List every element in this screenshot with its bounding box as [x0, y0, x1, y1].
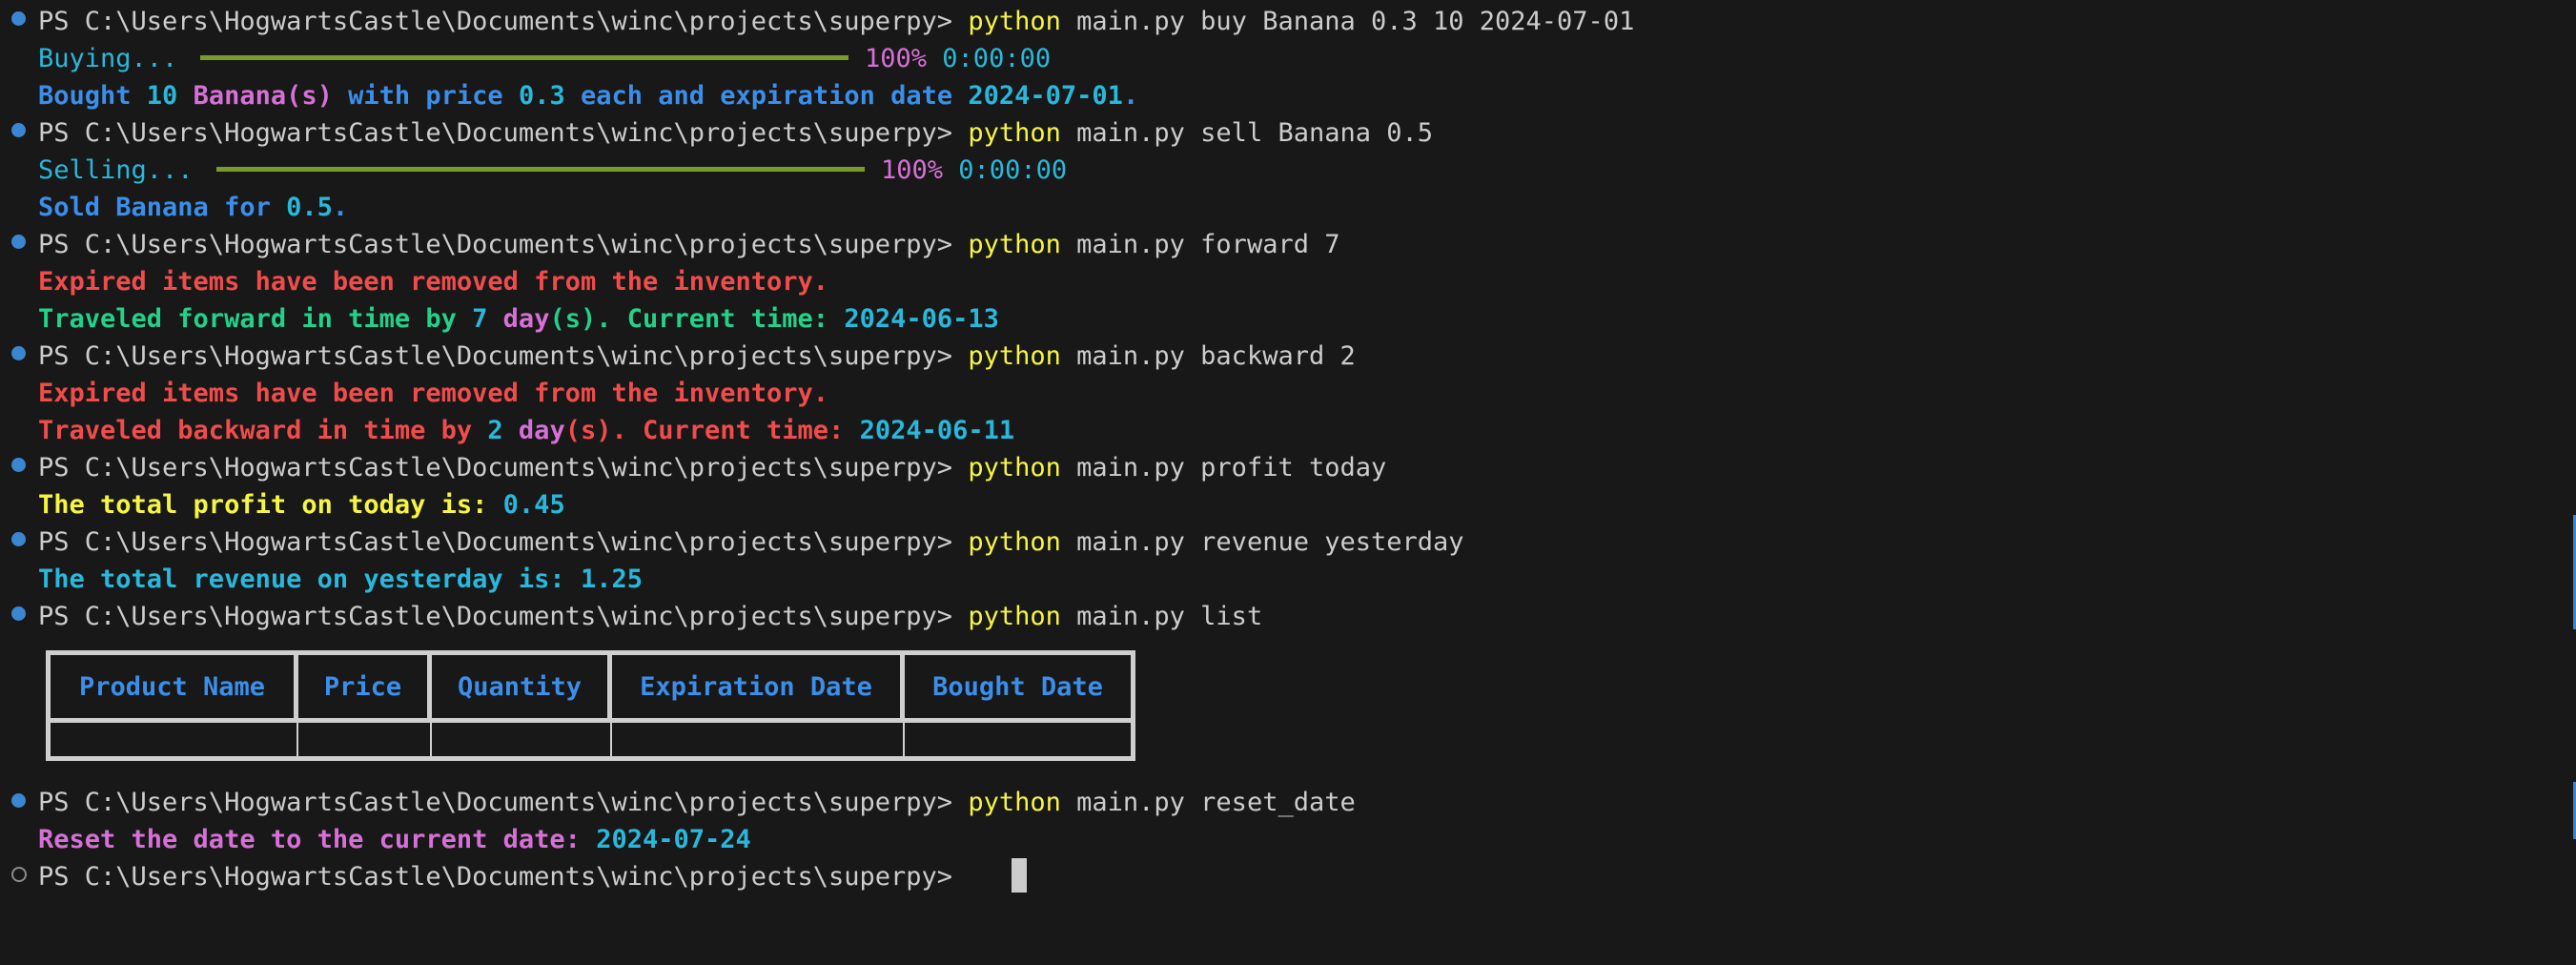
table-cell: [298, 723, 432, 756]
command-status-dot[interactable]: [11, 532, 26, 546]
command-status-dot[interactable]: [11, 606, 26, 621]
inventory-table: Product Name Price Quantity Expiration D…: [46, 650, 1135, 761]
command-status-dot[interactable]: [11, 346, 26, 360]
active-prompt-line[interactable]: PS C:\Users\HogwartsCastle\Documents\win…: [38, 858, 968, 895]
command-status-dot[interactable]: [11, 235, 26, 249]
output-sell: Sold Banana for 0.5.: [38, 193, 349, 222]
output-buy: Bought 10 Banana(s) with price 0.3 each …: [38, 81, 1139, 111]
command-line-list: PS C:\Users\HogwartsCastle\Documents\win…: [38, 602, 1263, 631]
table-header: Bought Date: [905, 655, 1131, 723]
table-cell: [612, 723, 905, 756]
output-backward-expired: Expired items have been removed from the…: [38, 379, 829, 408]
output-backward: Traveled backward in time by 2 day(s). C…: [38, 416, 1015, 445]
command-line-reset: PS C:\Users\HogwartsCastle\Documents\win…: [38, 788, 1356, 817]
table-cell: [432, 723, 612, 756]
table-header: Quantity: [432, 655, 612, 723]
progress-line-sell: Selling...: [38, 155, 194, 185]
output-forward-expired: Expired items have been removed from the…: [38, 267, 829, 297]
table-header: Price: [298, 655, 432, 723]
progress-line-buy: Buying...: [38, 40, 177, 77]
command-status-dot[interactable]: [11, 11, 26, 26]
progress-percent: 100%: [865, 44, 928, 73]
table-cell: [51, 723, 298, 756]
table-header: Expiration Date: [612, 655, 905, 723]
output-revenue: The total revenue on yesterday is: 1.25: [38, 565, 643, 594]
table-cell: [905, 723, 1131, 756]
python-keyword: python: [968, 7, 1061, 36]
output-reset: Reset the date to the current date: 2024…: [38, 825, 751, 854]
command-line-backward: PS C:\Users\HogwartsCastle\Documents\win…: [38, 341, 1356, 371]
progress-bar-sell: [216, 167, 865, 172]
output-forward: Traveled forward in time by 7 day(s). Cu…: [38, 304, 999, 334]
command-line-profit: PS C:\Users\HogwartsCastle\Documents\win…: [38, 453, 1387, 482]
text-cursor: [1012, 858, 1027, 893]
command-line-sell: PS C:\Users\HogwartsCastle\Documents\win…: [38, 118, 1434, 148]
prompt: PS C:\Users\HogwartsCastle\Documents\win…: [38, 7, 969, 36]
command-line-buy: PS C:\Users\HogwartsCastle\Documents\win…: [38, 3, 1634, 40]
progress-bar-buy: [200, 55, 848, 60]
progress-status-buy: 100% 0:00:00: [865, 40, 1051, 77]
progress-label: Buying...: [38, 44, 178, 73]
command-status-dot[interactable]: [11, 458, 26, 472]
table-header: Product Name: [51, 655, 298, 723]
table-row: [51, 723, 1131, 756]
command-status-dot-pending[interactable]: [11, 867, 27, 882]
command-args: main.py buy Banana 0.3 10 2024-07-01: [1060, 7, 1635, 36]
command-status-dot[interactable]: [11, 793, 26, 808]
progress-status-sell: 100% 0:00:00: [881, 155, 1068, 185]
table-header-row: Product Name Price Quantity Expiration D…: [51, 655, 1131, 723]
command-status-dot[interactable]: [11, 123, 26, 137]
progress-time: 0:00:00: [942, 44, 1052, 73]
output-profit: The total profit on today is: 0.45: [38, 490, 565, 520]
command-line-forward: PS C:\Users\HogwartsCastle\Documents\win…: [38, 230, 1340, 259]
terminal-panel[interactable]: PS C:\Users\HogwartsCastle\Documents\win…: [0, 0, 2576, 965]
command-line-revenue: PS C:\Users\HogwartsCastle\Documents\win…: [38, 527, 1464, 557]
